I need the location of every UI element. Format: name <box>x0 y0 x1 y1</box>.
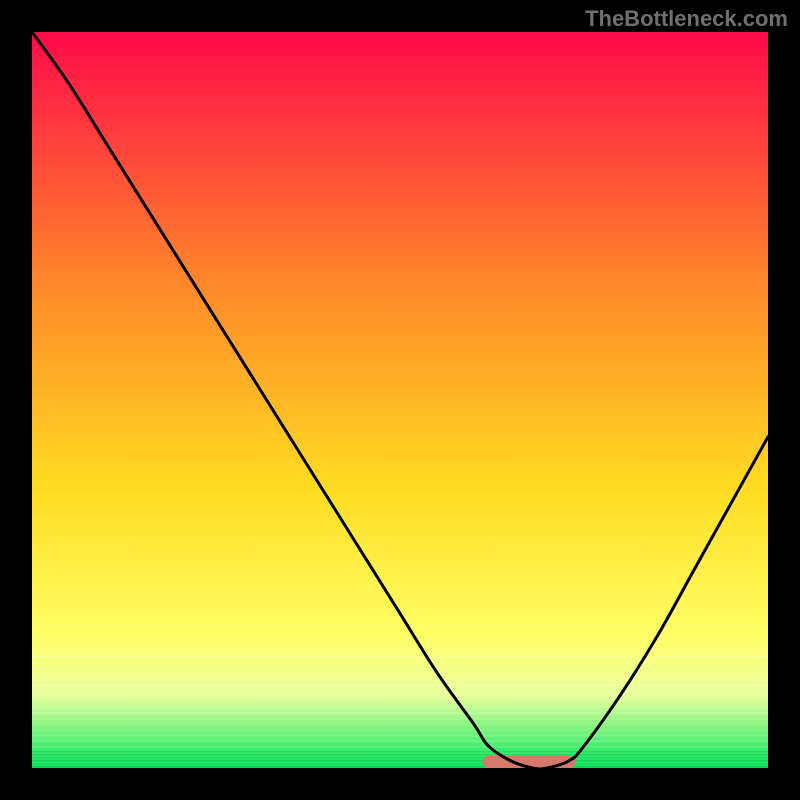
plot-area <box>32 32 768 768</box>
watermark-text: TheBottleneck.com <box>585 6 788 32</box>
chart-svg <box>32 32 768 768</box>
chart-frame: TheBottleneck.com <box>0 0 800 800</box>
